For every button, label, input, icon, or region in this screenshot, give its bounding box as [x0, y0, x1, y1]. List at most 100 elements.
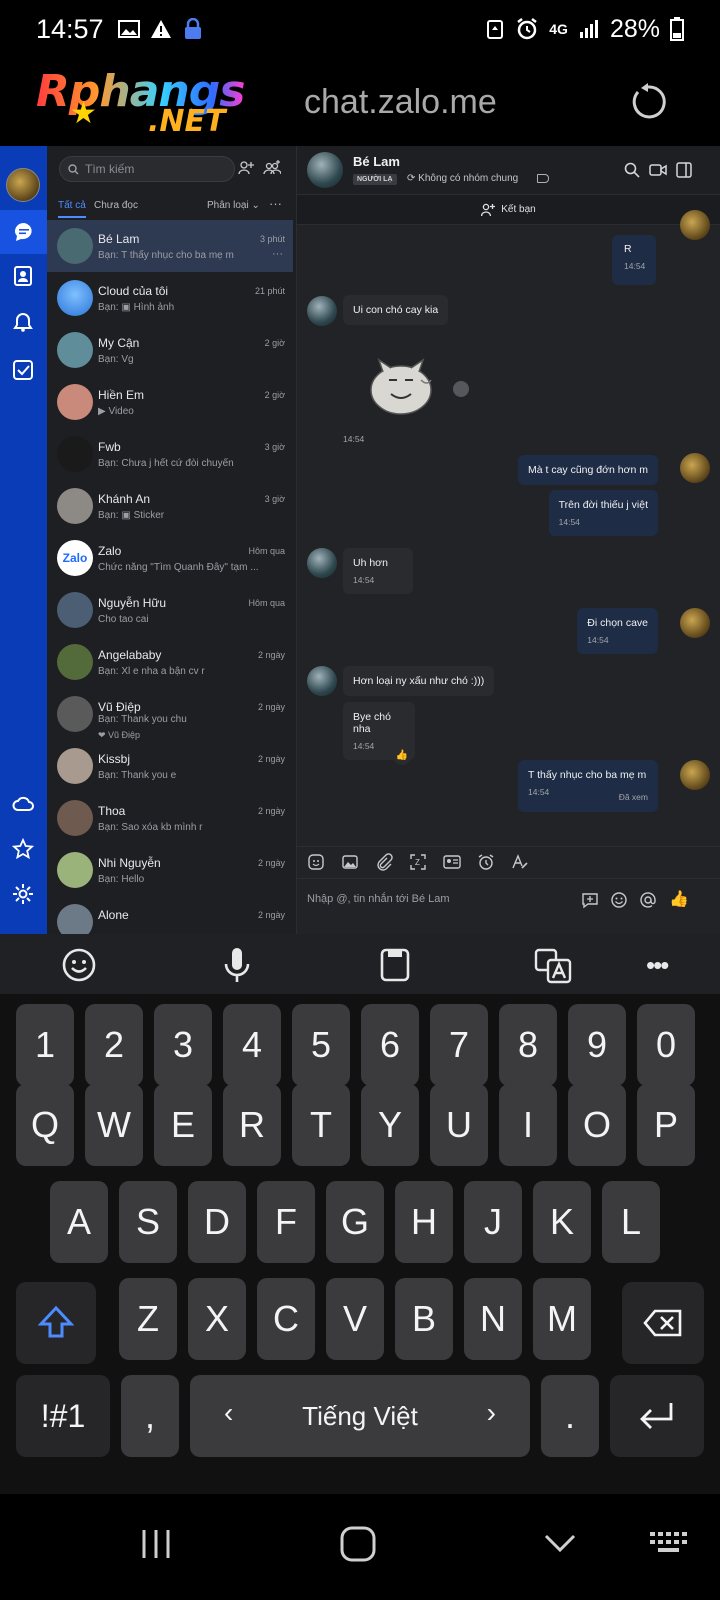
key-d[interactable]: D: [188, 1181, 246, 1263]
translate-icon[interactable]: [534, 946, 572, 984]
create-group-icon[interactable]: [263, 160, 281, 176]
conversation-item[interactable]: Cloud của tôi Bạn: ▣ Hình ảnh 21 phút: [47, 272, 293, 324]
comma-key[interactable]: ,: [121, 1375, 179, 1457]
clipboard-icon[interactable]: [376, 946, 414, 984]
contact-avatar[interactable]: [307, 152, 343, 188]
cloud-nav[interactable]: [11, 792, 35, 816]
key-z[interactable]: Z: [119, 1278, 177, 1360]
key-k[interactable]: K: [533, 1181, 591, 1263]
image-icon[interactable]: [341, 853, 359, 871]
tab-unread[interactable]: Chưa đọc: [94, 200, 138, 211]
messages-nav[interactable]: [0, 210, 47, 254]
key-c[interactable]: C: [257, 1278, 315, 1360]
key-u[interactable]: U: [430, 1084, 488, 1166]
reminder-icon[interactable]: [477, 853, 495, 871]
home-icon[interactable]: [338, 1524, 378, 1564]
starred-nav[interactable]: [11, 837, 35, 861]
classify-dropdown[interactable]: Phân loại ⌄: [207, 200, 260, 211]
conversation-item[interactable]: Khánh An Bạn: ▣ Sticker 3 giờ: [47, 480, 293, 532]
conversation-item[interactable]: Kissbj Bạn: Thank you e 2 ngày: [47, 740, 293, 792]
url-text[interactable]: chat.zalo.me: [304, 83, 497, 122]
conversation-item[interactable]: Alone 2 ngày: [47, 896, 293, 934]
enter-key[interactable]: [610, 1375, 704, 1457]
message-bubble[interactable]: Đi chọn cave 14:54: [577, 608, 658, 654]
key-i[interactable]: I: [499, 1084, 557, 1166]
download-icon[interactable]: [453, 381, 469, 397]
key-f[interactable]: F: [257, 1181, 315, 1263]
add-friend-bar[interactable]: Kết bạn: [297, 195, 720, 225]
conversation-item[interactable]: Zalo Zalo Chức năng "Tìm Quanh Đây" tạm ..…: [47, 532, 293, 584]
conversation-item[interactable]: Thoa Bạn: Sao xóa kb mình r 2 ngày: [47, 792, 293, 844]
key-o[interactable]: O: [568, 1084, 626, 1166]
key-a[interactable]: A: [50, 1181, 108, 1263]
tab-all[interactable]: Tất cả: [58, 200, 86, 211]
todo-nav[interactable]: [11, 358, 35, 382]
backspace-key[interactable]: [622, 1282, 704, 1364]
conversation-more-button[interactable]: ···: [272, 248, 283, 260]
conversation-item[interactable]: Hiền Em ▶ Video 2 giờ: [47, 376, 293, 428]
settings-nav[interactable]: [11, 882, 35, 906]
list-more-button[interactable]: ···: [269, 196, 282, 211]
key-1[interactable]: 1: [16, 1004, 74, 1086]
label-tag-icon[interactable]: [537, 174, 549, 183]
key-7[interactable]: 7: [430, 1004, 488, 1086]
key-8[interactable]: 8: [499, 1004, 557, 1086]
key-t[interactable]: T: [292, 1084, 350, 1166]
mention-icon[interactable]: [639, 891, 657, 909]
key-2[interactable]: 2: [85, 1004, 143, 1086]
microphone-icon[interactable]: [218, 946, 256, 984]
key-r[interactable]: R: [223, 1084, 281, 1166]
key-m[interactable]: M: [533, 1278, 591, 1360]
reload-icon[interactable]: [628, 82, 668, 122]
message-bubble[interactable]: R 14:54: [612, 235, 656, 285]
site-logo[interactable]: Rphangs ★ .NET: [36, 60, 266, 144]
key-j[interactable]: J: [464, 1181, 522, 1263]
message-bubble[interactable]: Mà t cay cũng đớn hơn m: [518, 455, 658, 485]
screenshot-icon[interactable]: Z: [409, 853, 427, 871]
keyboard-hide-icon[interactable]: [648, 1524, 688, 1564]
video-call-icon[interactable]: [649, 161, 667, 179]
search-input[interactable]: Tìm kiếm: [59, 156, 235, 182]
thumbs-up-icon[interactable]: 👍: [669, 891, 689, 909]
my-avatar[interactable]: [6, 168, 40, 202]
cat-sticker[interactable]: [361, 350, 441, 420]
key-v[interactable]: V: [326, 1278, 384, 1360]
key-p[interactable]: P: [637, 1084, 695, 1166]
conversation-item[interactable]: Nguyễn Hữu Cho tao cai Hôm qua: [47, 584, 293, 636]
message-input[interactable]: Nhập @, tin nhắn tới Bé Lam 👍: [297, 878, 720, 934]
conversation-item[interactable]: Nhi Nguyễn Bạn: Hello 2 ngày: [47, 844, 293, 896]
key-x[interactable]: X: [188, 1278, 246, 1360]
contact-name[interactable]: Bé Lam: [353, 154, 400, 169]
key-6[interactable]: 6: [361, 1004, 419, 1086]
message-bubble[interactable]: Hơn loại ny xấu như chó :))): [343, 666, 495, 696]
add-friend-icon[interactable]: [238, 160, 254, 176]
key-0[interactable]: 0: [637, 1004, 695, 1086]
recent-apps-icon[interactable]: [136, 1524, 176, 1564]
conversation-item[interactable]: Bé Lam Bạn: T thấy nhục cho ba mẹ m 3 phút…: [47, 220, 293, 272]
conversation-item[interactable]: My Cận Bạn: Vg 2 giờ: [47, 324, 293, 376]
message-bubble[interactable]: T thấy nhục cho ba mẹ m 14:54 Đã xem: [518, 760, 658, 812]
emoji-icon[interactable]: [610, 891, 628, 909]
conversation-item[interactable]: Vũ Điệp Bạn: Thank you chu 2 ngày ❤ Vũ Điệp: [47, 688, 293, 740]
key-3[interactable]: 3: [154, 1004, 212, 1086]
text-format-icon[interactable]: [511, 853, 529, 871]
message-bubble[interactable]: Trên đời thiếu j việt 14:54: [548, 490, 658, 536]
key-4[interactable]: 4: [223, 1004, 281, 1086]
space-key[interactable]: ‹ Tiếng Việt ›: [190, 1375, 530, 1457]
key-l[interactable]: L: [602, 1181, 660, 1263]
react-like-icon[interactable]: 👍: [393, 747, 411, 765]
key-b[interactable]: B: [395, 1278, 453, 1360]
key-s[interactable]: S: [119, 1181, 177, 1263]
key-w[interactable]: W: [85, 1084, 143, 1166]
symbols-key[interactable]: !#1: [16, 1375, 110, 1457]
key-e[interactable]: E: [154, 1084, 212, 1166]
sidebar-toggle-icon[interactable]: [675, 161, 693, 179]
attachment-icon[interactable]: [375, 853, 393, 871]
period-key[interactable]: .: [541, 1375, 599, 1457]
key-q[interactable]: Q: [16, 1084, 74, 1166]
key-5[interactable]: 5: [292, 1004, 350, 1086]
emoji-keyboard-icon[interactable]: [60, 946, 98, 984]
key-y[interactable]: Y: [361, 1084, 419, 1166]
message-bubble[interactable]: Uh hơn 14:54: [343, 548, 413, 594]
key-g[interactable]: G: [326, 1181, 384, 1263]
